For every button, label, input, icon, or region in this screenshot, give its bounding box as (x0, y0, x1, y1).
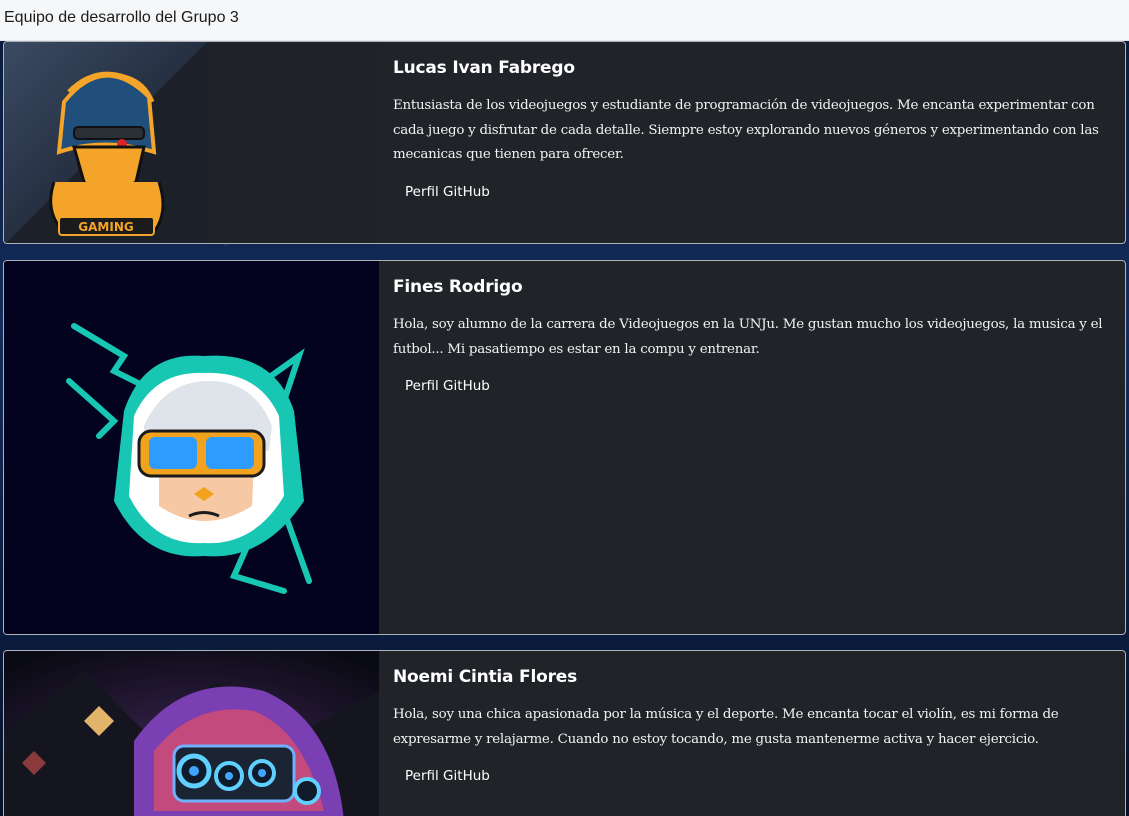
page-title: Equipo de desarrollo del Grupo 3 (4, 9, 239, 26)
night-vision-helmet-icon (4, 651, 379, 816)
member-card-fines: Fines Rodrigo Hola, soy alumno de la car… (3, 260, 1126, 635)
card-body: Noemi Cintia Flores Hola, soy una chica … (379, 651, 1125, 816)
member-name: Noemi Cintia Flores (393, 667, 577, 687)
member-name: Fines Rodrigo (393, 277, 523, 297)
member-bio: Hola, soy una chica apasionada por la mú… (393, 707, 1059, 747)
goggles-lightning-mascot-icon (4, 261, 379, 634)
member-card-noemi: Noemi Cintia Flores Hola, soy una chica … (3, 650, 1126, 816)
avatar-lucas: GAMING (4, 42, 207, 243)
member-name: Lucas Ivan Fabrego (393, 58, 575, 78)
github-profile-link[interactable]: Perfil GitHub (405, 184, 490, 200)
card-body: Lucas Ivan Fabrego Entusiasta de los vid… (379, 42, 1125, 243)
ninja-gaming-mascot-icon: GAMING (4, 42, 207, 243)
github-profile-link[interactable]: Perfil GitHub (405, 378, 490, 394)
github-profile-link[interactable]: Perfil GitHub (405, 768, 490, 784)
avatar-spacer (207, 42, 379, 243)
avatar-fines (4, 261, 379, 634)
avatar-noemi (4, 651, 379, 816)
card-body: Fines Rodrigo Hola, soy alumno de la car… (379, 261, 1125, 634)
member-bio: Hola, soy alumno de la carrera de Videoj… (393, 317, 1103, 357)
member-card-lucas: GAMING Lucas Ivan Fabrego Entusiasta de … (3, 41, 1126, 244)
avatar-gaming-text: GAMING (78, 220, 133, 234)
page-header: Equipo de desarrollo del Grupo 3 (0, 0, 1129, 41)
member-bio: Entusiasta de los videojuegos y estudian… (393, 98, 1099, 162)
